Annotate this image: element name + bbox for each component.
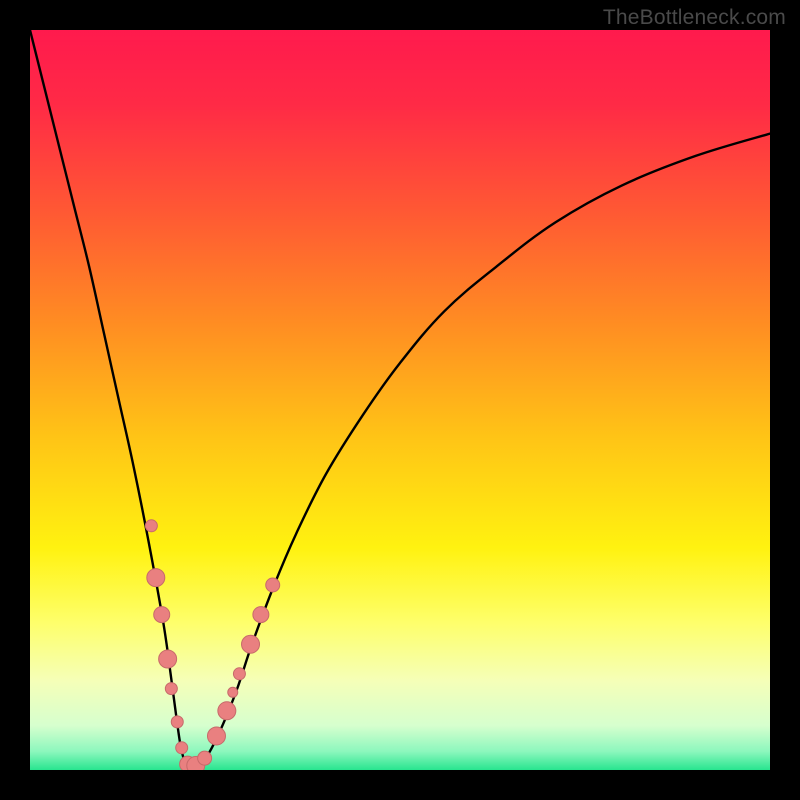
marker-point: [159, 650, 177, 668]
marker-point: [145, 520, 157, 532]
marker-point: [147, 569, 165, 587]
chart-svg: [30, 30, 770, 770]
marker-point: [154, 607, 170, 623]
marker-point: [176, 742, 188, 754]
marker-point: [233, 668, 245, 680]
marker-point: [198, 751, 212, 765]
marker-point: [207, 727, 225, 745]
marker-point: [266, 578, 280, 592]
marker-point: [228, 687, 238, 697]
marker-point: [171, 716, 183, 728]
plot-area: [30, 30, 770, 770]
marker-point: [218, 702, 236, 720]
chart-frame: TheBottleneck.com: [0, 0, 800, 800]
watermark-text: TheBottleneck.com: [603, 6, 786, 30]
marker-point: [242, 635, 260, 653]
marker-point: [253, 607, 269, 623]
marker-point: [165, 683, 177, 695]
gradient-background: [30, 30, 770, 770]
